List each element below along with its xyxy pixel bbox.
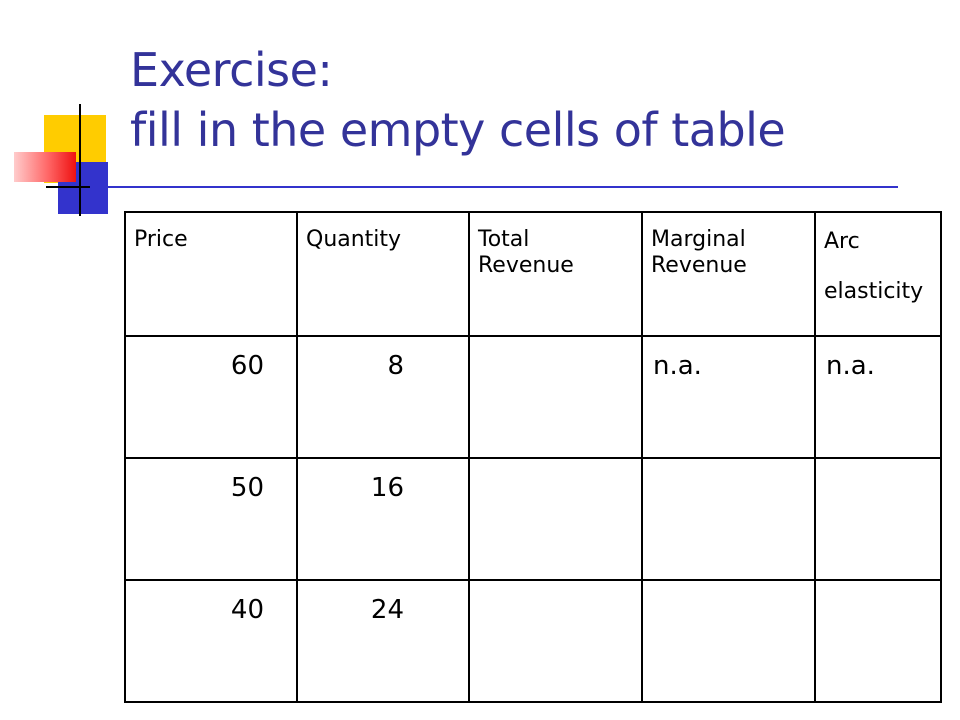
- slide-title-line-2: fill in the empty cells of table: [130, 103, 786, 157]
- cell-marginal-revenue: n.a.: [641, 335, 816, 459]
- cell-arc-elasticity[interactable]: [814, 579, 942, 703]
- header-marginal-revenue: Marginal Revenue: [641, 211, 816, 337]
- cell-arc-elasticity: n.a.: [814, 335, 942, 459]
- cell-price: 60: [124, 335, 298, 459]
- cell-quantity: 16: [296, 457, 470, 581]
- header-quantity: Quantity: [296, 211, 470, 337]
- header-price: Price: [124, 211, 298, 337]
- cell-arc-elasticity[interactable]: [814, 457, 942, 581]
- cell-total-revenue[interactable]: [468, 579, 643, 703]
- slide-title-line-1: Exercise:: [130, 43, 333, 97]
- slide-title: Exercise: fill in the empty cells of tab…: [130, 40, 786, 160]
- cell-price: 50: [124, 457, 298, 581]
- cell-quantity: 24: [296, 579, 470, 703]
- table-row: 60 8 n.a. n.a.: [124, 335, 942, 459]
- decorative-horizontal-line: [46, 186, 90, 188]
- header-arc-elasticity: Arc elasticity: [814, 211, 942, 337]
- cell-marginal-revenue[interactable]: [641, 579, 816, 703]
- cell-quantity: 8: [296, 335, 470, 459]
- cell-price: 40: [124, 579, 298, 703]
- table-row: 40 24: [124, 579, 942, 703]
- cell-marginal-revenue[interactable]: [641, 457, 816, 581]
- table-header-row: Price Quantity Total Revenue Marginal Re…: [124, 211, 942, 337]
- title-underline: [46, 186, 898, 188]
- table-row: 50 16: [124, 457, 942, 581]
- exercise-table: Price Quantity Total Revenue Marginal Re…: [124, 211, 942, 703]
- decorative-red-gradient-bar: [14, 152, 76, 182]
- decorative-vertical-line: [79, 104, 81, 216]
- cell-total-revenue[interactable]: [468, 457, 643, 581]
- cell-total-revenue[interactable]: [468, 335, 643, 459]
- header-total-revenue: Total Revenue: [468, 211, 643, 337]
